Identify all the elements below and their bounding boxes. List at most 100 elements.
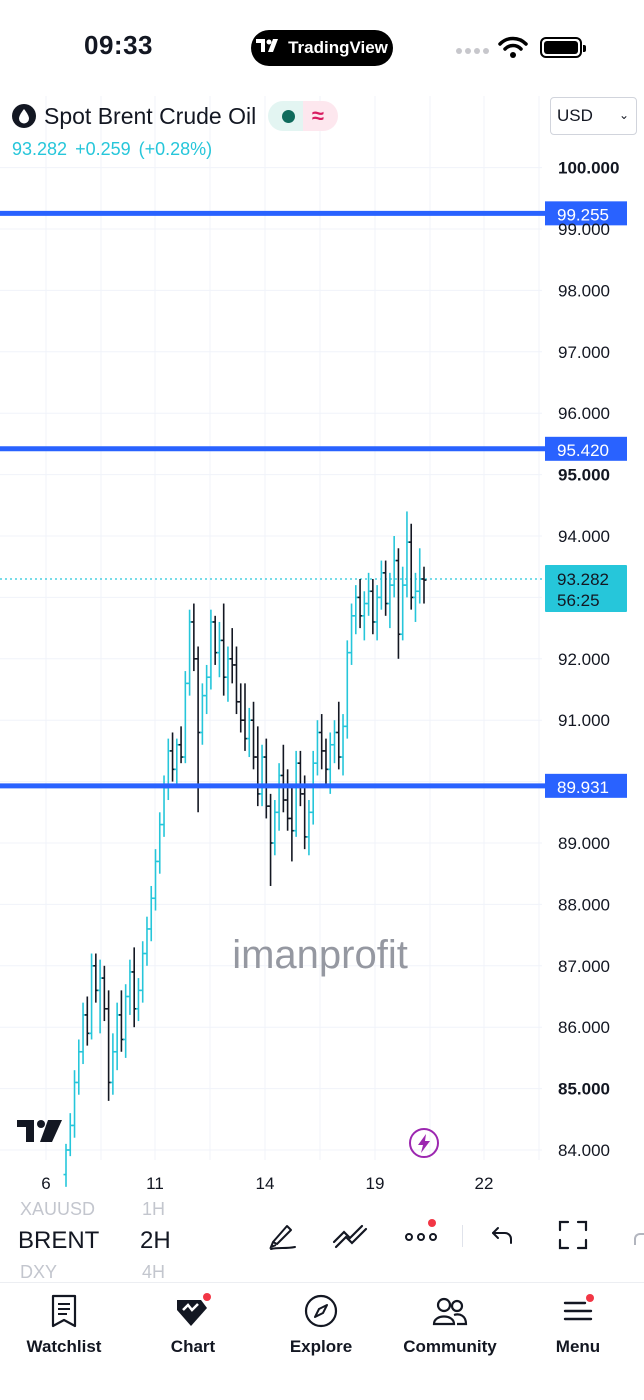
more-button[interactable] bbox=[403, 1217, 439, 1253]
nav-label: Community bbox=[403, 1337, 497, 1356]
chart-grid bbox=[0, 96, 542, 1160]
draw-button[interactable] bbox=[264, 1217, 300, 1253]
ohlc-bar bbox=[148, 885, 154, 942]
ohlc-bar bbox=[127, 959, 133, 1015]
chart-icon bbox=[174, 1291, 212, 1331]
ohlc-bar bbox=[404, 511, 410, 598]
nav-watchlist[interactable]: Watchlist bbox=[4, 1291, 124, 1357]
symbol-header[interactable]: Spot Brent Crude Oil ≈ bbox=[12, 100, 339, 132]
ohlc-bar bbox=[153, 849, 158, 911]
lightning-icon[interactable] bbox=[409, 1128, 439, 1158]
price-tick-label: 91.000 bbox=[558, 711, 610, 730]
ohlc-bar bbox=[255, 726, 261, 807]
ohlc-bar bbox=[225, 646, 231, 702]
ohlc-bar bbox=[344, 640, 350, 739]
current-price-value: 93.282 bbox=[557, 570, 609, 589]
chart-toolbar: XAUUSD BRENT DXY 1H 2H 4H bbox=[0, 1195, 644, 1283]
ohlc-bar bbox=[170, 732, 176, 782]
price-tick-label: 88.000 bbox=[558, 895, 610, 914]
undo-icon bbox=[492, 1227, 512, 1244]
ohlc-bar bbox=[165, 738, 171, 801]
undo-button[interactable] bbox=[485, 1217, 521, 1253]
nav-community[interactable]: Community bbox=[390, 1291, 510, 1357]
date-tick-label: 11 bbox=[146, 1174, 164, 1193]
ohlc-bar bbox=[306, 800, 312, 856]
bar-countdown: 56:25 bbox=[557, 591, 600, 610]
ohlc-bar bbox=[297, 750, 303, 807]
nav-menu[interactable]: Menu bbox=[518, 1291, 638, 1357]
price-chart[interactable]: imanprofit 99.255 95.420 89.931 100.000 99.… bbox=[0, 0, 644, 1195]
more-dots-icon bbox=[405, 1233, 437, 1241]
price-change-percent: (+0.28%) bbox=[138, 139, 213, 159]
price-tick-label: 84.000 bbox=[558, 1141, 610, 1160]
currency-value: USD bbox=[557, 106, 593, 125]
nav-label: Chart bbox=[170, 1337, 216, 1356]
price-tick-label: 96.000 bbox=[558, 404, 610, 423]
price-tick-label: 95.000 bbox=[558, 466, 610, 485]
ohlc-bar bbox=[378, 560, 384, 610]
scroll-edge-icon bbox=[634, 1233, 644, 1245]
nav-label: Watchlist bbox=[26, 1337, 102, 1356]
price-tick-label: 85.000 bbox=[558, 1080, 610, 1099]
ohlc-bar bbox=[332, 720, 337, 764]
symbol-interval-picker[interactable]: XAUUSD BRENT DXY 1H 2H 4H bbox=[18, 1195, 258, 1283]
bottom-nav: Watchlist Chart Explore Community Menu bbox=[0, 1282, 644, 1400]
ohlc-bar bbox=[395, 548, 401, 659]
horizontal-level-line[interactable]: 99.255 bbox=[0, 201, 627, 226]
ohlc-bar bbox=[187, 609, 193, 696]
ohlc-bar bbox=[208, 609, 214, 690]
watermark: imanprofit bbox=[232, 933, 408, 977]
symbol-current[interactable]: BRENT bbox=[18, 1227, 99, 1255]
ohlc-bar bbox=[97, 959, 103, 1034]
ohlc-bar bbox=[84, 996, 90, 1046]
tradingview-logo-icon[interactable] bbox=[17, 1120, 62, 1142]
market-status-pill[interactable]: ≈ bbox=[268, 101, 339, 131]
ohlc-bar bbox=[417, 548, 423, 604]
ohlc-bar bbox=[106, 990, 112, 1101]
ohlc-bar bbox=[361, 591, 367, 641]
ohlc-bar bbox=[323, 738, 329, 788]
horizontal-level-line[interactable]: 95.420 bbox=[0, 436, 627, 461]
price-tick-label: 94.000 bbox=[558, 527, 610, 546]
nav-explore[interactable]: Explore bbox=[261, 1291, 381, 1357]
candles-group bbox=[63, 511, 427, 1187]
delayed-data-icon: ≈ bbox=[311, 103, 324, 128]
ohlc-bar bbox=[233, 646, 239, 715]
ohlc-bar bbox=[118, 990, 124, 1052]
fullscreen-button[interactable] bbox=[555, 1217, 591, 1253]
symbol-next[interactable]: DXY bbox=[20, 1262, 57, 1283]
trend-lines-icon bbox=[332, 1224, 368, 1249]
ohlc-bar bbox=[357, 578, 363, 629]
ohlc-bar bbox=[80, 1002, 86, 1065]
ohlc-bar bbox=[101, 965, 107, 1022]
ohlc-bar bbox=[242, 683, 248, 751]
currency-select[interactable]: USD ⌄ bbox=[550, 97, 637, 135]
ohlc-bar bbox=[340, 714, 346, 776]
chevron-down-icon: ⌄ bbox=[618, 108, 629, 122]
price-tick-label: 87.000 bbox=[558, 957, 610, 976]
ohlc-bar bbox=[280, 744, 286, 813]
ohlc-bar bbox=[114, 1002, 120, 1071]
interval-next[interactable]: 4H bbox=[142, 1262, 165, 1283]
level-price-label: 89.931 bbox=[557, 778, 609, 797]
nav-chart[interactable]: Chart bbox=[133, 1291, 253, 1357]
market-open-icon bbox=[282, 109, 296, 123]
ohlc-bar bbox=[178, 726, 184, 764]
ohlc-bar bbox=[421, 566, 427, 604]
ohlc-bar bbox=[408, 523, 414, 610]
indicators-button[interactable] bbox=[332, 1217, 368, 1253]
interval-prev[interactable]: 1H bbox=[142, 1199, 165, 1220]
ohlc-bar bbox=[221, 603, 227, 696]
ohlc-bar bbox=[135, 978, 141, 1022]
interval-current[interactable]: 2H bbox=[140, 1227, 171, 1255]
ohlc-bar bbox=[72, 1070, 78, 1138]
ohlc-bar bbox=[89, 953, 95, 1040]
level-price-label: 95.420 bbox=[557, 441, 609, 460]
quote-row: 93.282 +0.259 (+0.28%) bbox=[12, 139, 212, 160]
ohlc-bar bbox=[349, 603, 355, 665]
menu-icon bbox=[563, 1291, 594, 1331]
ohlc-bar bbox=[391, 536, 397, 598]
symbol-prev[interactable]: XAUUSD bbox=[20, 1199, 95, 1220]
ohlc-bar bbox=[110, 1033, 116, 1095]
people-icon bbox=[432, 1291, 468, 1331]
